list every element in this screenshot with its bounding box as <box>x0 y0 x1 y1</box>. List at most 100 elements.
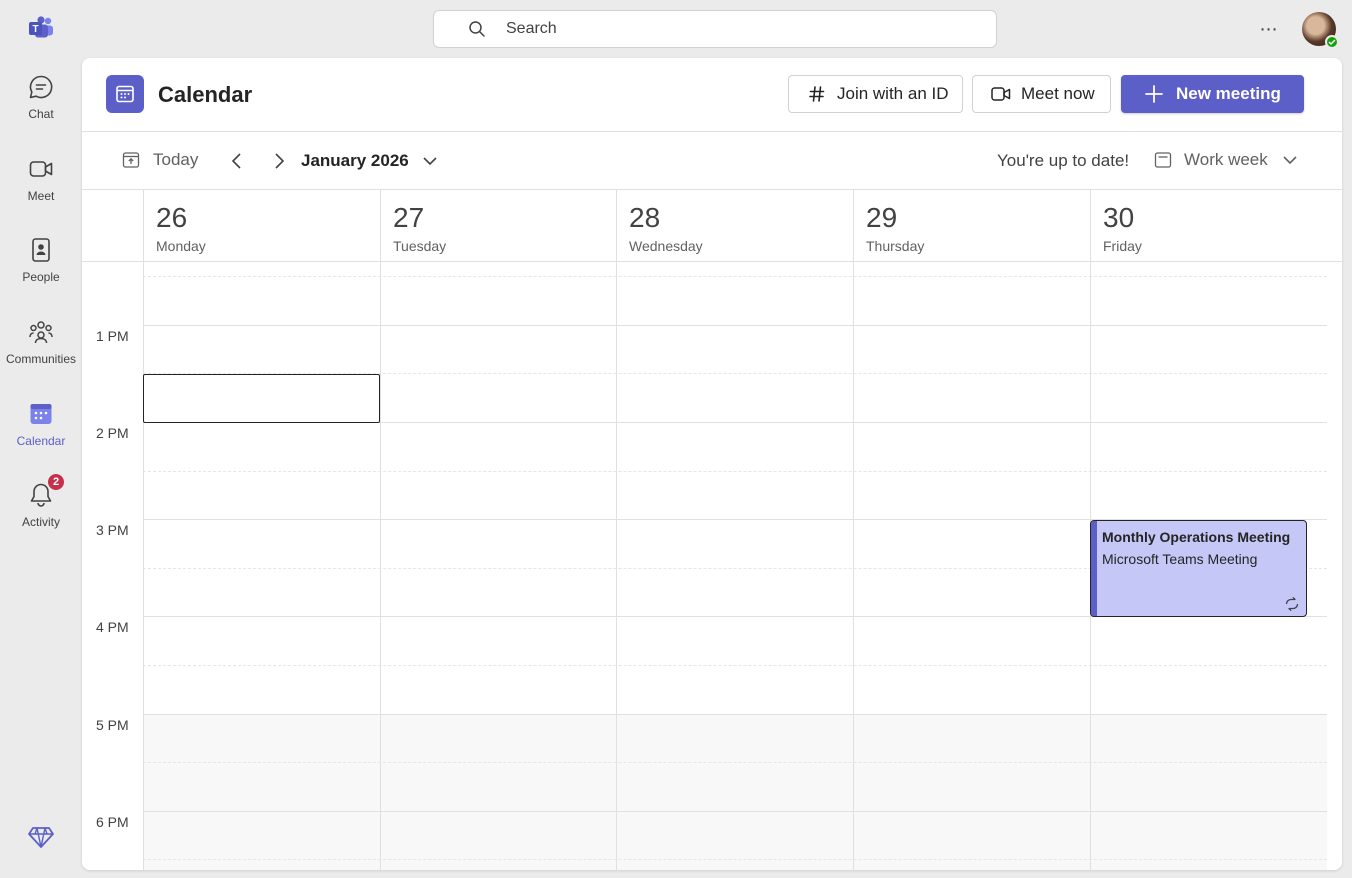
app-rail: T Chat Meet People Communities Calendar … <box>0 0 82 878</box>
svg-text:T: T <box>32 24 38 35</box>
hour-line <box>143 714 1327 715</box>
rail-item-label: Meet <box>27 189 55 203</box>
time-label: 2 PM <box>96 425 129 441</box>
presence-available-icon <box>1325 35 1339 49</box>
chevron-down-icon <box>423 157 437 166</box>
half-hour-line <box>143 471 1327 472</box>
day-column-divider <box>616 262 617 870</box>
rail-item-label: People <box>22 270 60 284</box>
day-name: Tuesday <box>393 238 447 254</box>
rail-item-communities[interactable]: Communities <box>0 318 82 388</box>
day-number: 29 <box>866 202 898 233</box>
day-name: Monday <box>156 238 206 254</box>
avatar[interactable] <box>1302 12 1339 49</box>
time-label: 4 PM <box>96 619 129 635</box>
day-name: Wednesday <box>629 238 703 254</box>
rail-item-label: Chat <box>28 107 54 121</box>
month-picker[interactable]: January 2026 <box>301 151 439 171</box>
day-number: 27 <box>393 202 425 233</box>
day-column-divider <box>853 262 854 870</box>
page-title: Calendar <box>158 82 253 107</box>
previous-week-button[interactable] <box>227 150 247 172</box>
half-hour-line <box>143 276 1327 277</box>
day-header-tuesday[interactable]: 27 Tuesday <box>380 190 617 262</box>
half-hour-line <box>143 859 1327 860</box>
half-hour-line <box>143 762 1327 763</box>
search-input[interactable]: Search <box>433 10 997 48</box>
day-header-wednesday[interactable]: 28 Wednesday <box>616 190 853 262</box>
event-monthly-operations-meeting[interactable]: Monthly Operations Meeting Microsoft Tea… <box>1090 520 1307 617</box>
today-button[interactable]: Today <box>122 150 198 170</box>
recurring-icon <box>1285 597 1299 611</box>
join-with-id-button[interactable]: Join with an ID <box>788 75 963 113</box>
off-hours-shading <box>144 714 1327 870</box>
contact-book-icon <box>32 238 50 262</box>
day-number: 28 <box>629 202 661 233</box>
video-icon <box>29 161 53 177</box>
rail-item-meet[interactable]: Meet <box>0 155 82 225</box>
sync-status: You're up to date! <box>997 151 1130 170</box>
time-grid[interactable]: 1 PM 2 PM 3 PM 4 PM 5 PM 6 PM Monthly Op… <box>82 262 1342 870</box>
today-label: Today <box>153 150 199 169</box>
rail-item-people[interactable]: People <box>0 236 82 306</box>
view-label: Work week <box>1184 150 1268 169</box>
event-accent-bar <box>1091 521 1097 616</box>
time-label: 1 PM <box>96 328 129 344</box>
join-with-id-label: Join with an ID <box>837 84 949 103</box>
hour-line <box>143 811 1327 812</box>
calendar-toolbar: Today January 2026 You're up to date! Wo… <box>82 132 1342 190</box>
time-label: 3 PM <box>96 522 129 538</box>
chevron-right-icon <box>275 153 285 169</box>
event-title: Monthly Operations Meeting <box>1102 529 1291 545</box>
day-number: 26 <box>156 202 188 233</box>
calendar-panel: Calendar Join with an ID Meet now New me… <box>82 58 1342 870</box>
calendar-app-icon <box>106 75 144 113</box>
day-column-divider <box>380 262 381 870</box>
day-name: Friday <box>1103 238 1142 254</box>
day-column-divider <box>143 262 144 870</box>
diamond-premium-icon[interactable] <box>28 824 54 850</box>
calendar-header: Calendar Join with an ID Meet now New me… <box>82 58 1342 132</box>
selected-time-slot[interactable] <box>143 374 380 423</box>
teams-logo-icon[interactable]: T <box>28 16 54 40</box>
day-header-row: 26 Monday 27 Tuesday 28 Wednesday 29 Thu… <box>82 190 1342 262</box>
rail-item-activity[interactable]: 2 Activity <box>0 473 82 551</box>
rail-item-label: Communities <box>5 352 77 366</box>
day-header-thursday[interactable]: 29 Thursday <box>853 190 1090 262</box>
chevron-left-icon <box>231 153 241 169</box>
rail-item-label: Activity <box>21 515 60 529</box>
meet-now-label: Meet now <box>1021 84 1095 103</box>
time-label: 6 PM <box>96 814 129 830</box>
half-hour-line <box>143 665 1327 666</box>
next-week-button[interactable] <box>269 150 289 172</box>
people-community-icon <box>29 321 53 344</box>
time-label: 5 PM <box>96 717 129 733</box>
day-number: 30 <box>1103 202 1135 233</box>
search-icon <box>469 21 485 37</box>
more-options-icon[interactable]: ⋯ <box>1256 18 1282 40</box>
day-header-friday[interactable]: 30 Friday <box>1090 190 1342 262</box>
day-header-monday[interactable]: 26 Monday <box>143 190 380 262</box>
calendar-view-icon <box>1154 152 1172 168</box>
chat-icon <box>29 75 53 99</box>
event-subtitle: Microsoft Teams Meeting <box>1102 551 1258 567</box>
chevron-down-icon <box>1283 156 1297 165</box>
search-placeholder: Search <box>506 20 557 37</box>
hash-icon <box>807 84 827 104</box>
calendar-today-icon <box>122 152 140 168</box>
rail-item-chat[interactable]: Chat <box>0 73 82 143</box>
new-meeting-button[interactable]: New meeting <box>1121 75 1304 113</box>
rail-item-label: Calendar <box>16 434 66 448</box>
new-meeting-label: New meeting <box>1176 84 1281 103</box>
video-icon <box>991 84 1011 104</box>
meet-now-button[interactable]: Meet now <box>972 75 1111 113</box>
view-switcher[interactable]: Work week <box>1154 150 1299 170</box>
calendar-icon <box>30 404 52 424</box>
hour-line <box>143 325 1327 326</box>
day-name: Thursday <box>866 238 925 254</box>
month-label: January 2026 <box>301 151 409 170</box>
bell-icon-wrapper: 2 <box>27 473 65 509</box>
rail-item-calendar[interactable]: Calendar <box>0 400 82 470</box>
plus-icon <box>1144 84 1164 104</box>
activity-badge: 2 <box>47 473 65 491</box>
